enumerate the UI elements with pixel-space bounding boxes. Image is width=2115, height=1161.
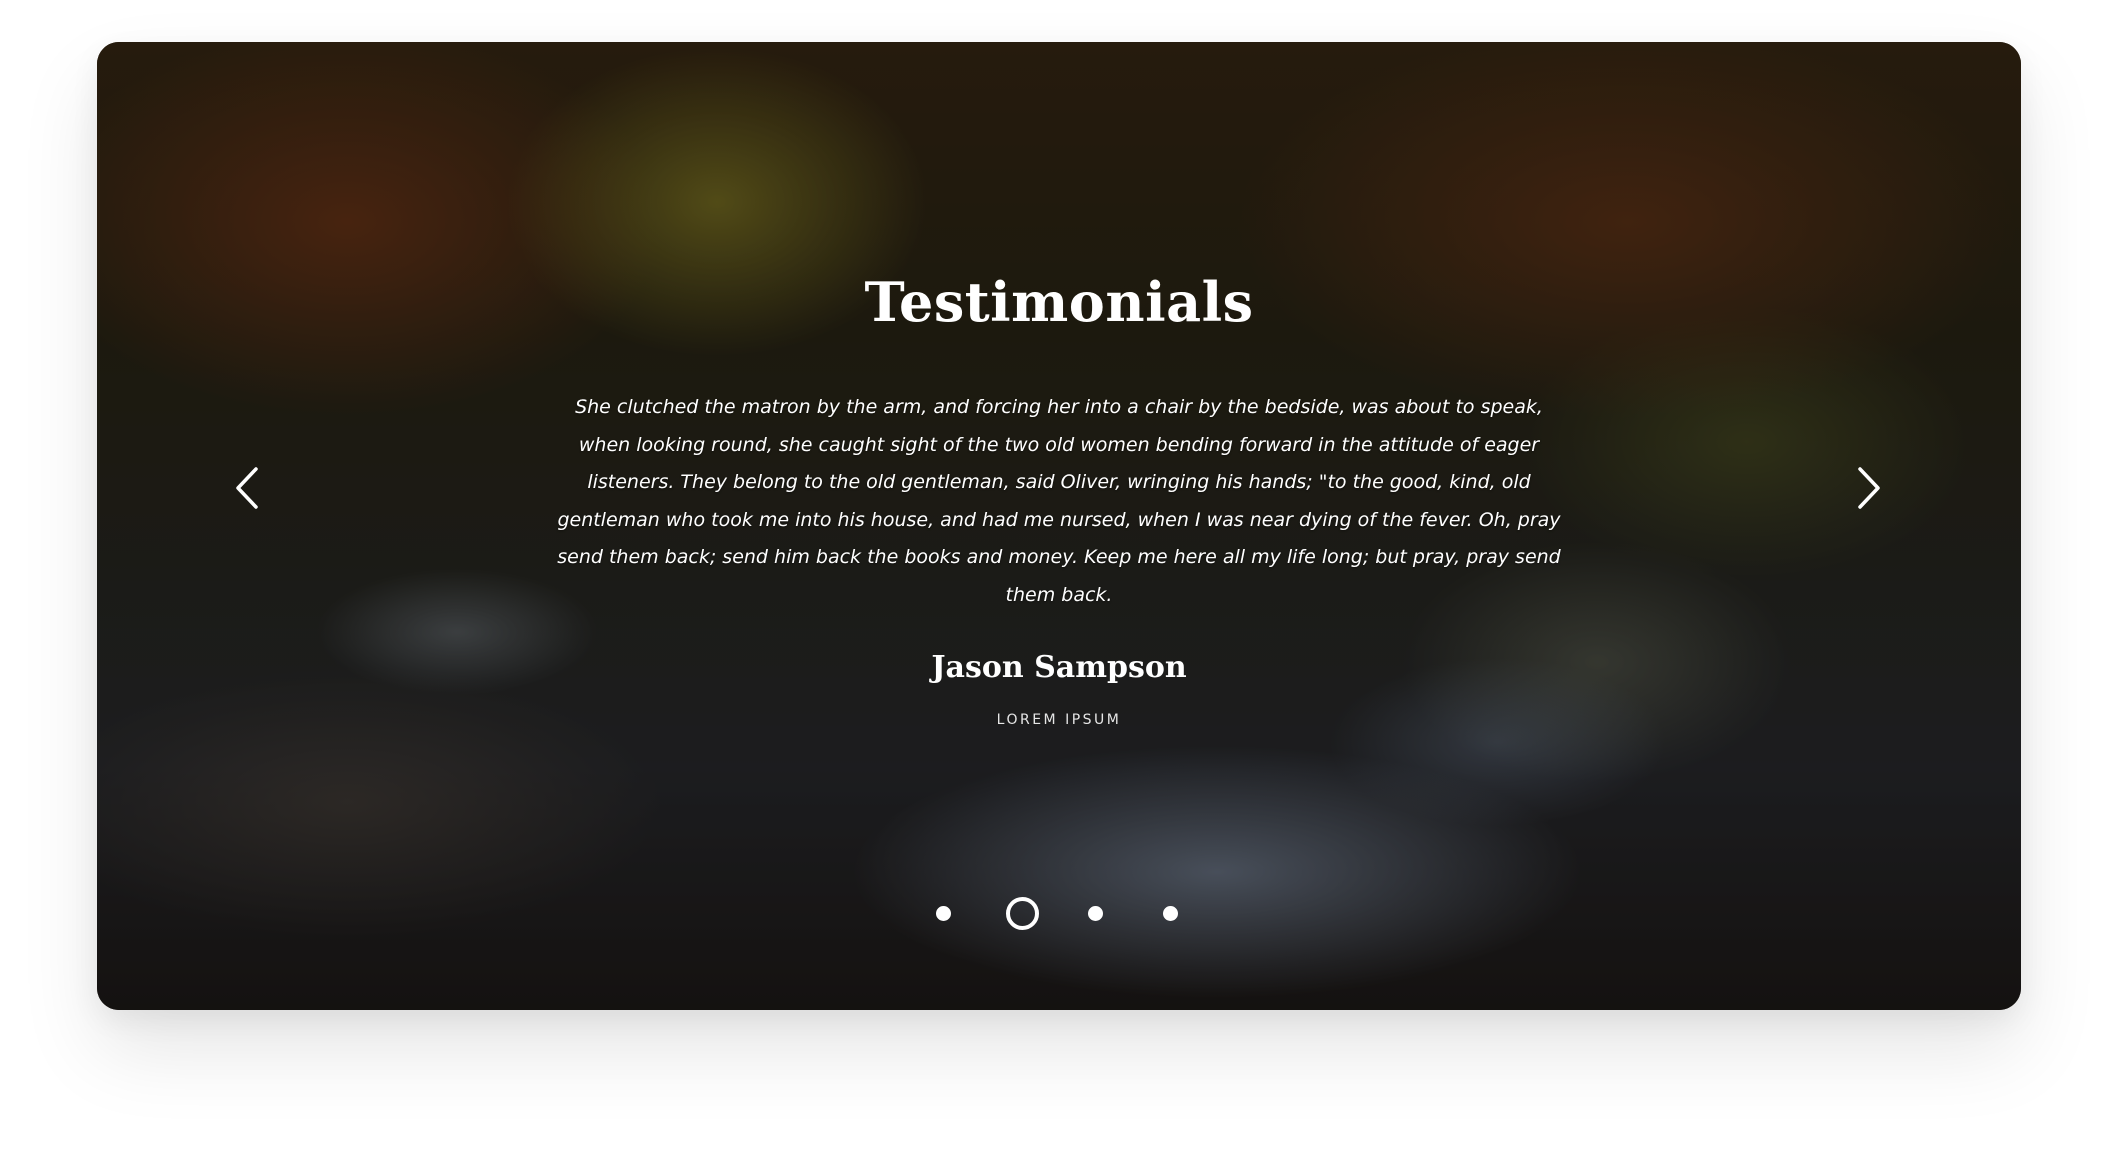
next-slide-button[interactable]: [1839, 458, 1899, 518]
pagination-dot-2-active[interactable]: [1006, 897, 1039, 930]
pagination-dot-3[interactable]: [1088, 906, 1103, 921]
testimonial-author: Jason Sampson: [931, 650, 1187, 685]
pagination-dot-4[interactable]: [1163, 906, 1178, 921]
testimonial-quote: She clutched the matron by the arm, and …: [557, 396, 1561, 606]
testimonial-slide: Testimonials She clutched the matron by …: [97, 42, 2021, 1010]
chevron-right-icon: [1858, 467, 1880, 509]
testimonial-author-role: LOREM IPSUM: [996, 712, 1122, 728]
section-title: Testimonials: [864, 270, 1254, 334]
slider-pagination: [97, 892, 2021, 932]
pagination-dot-1[interactable]: [936, 906, 951, 921]
previous-slide-button[interactable]: [217, 458, 277, 518]
chevron-left-icon: [236, 467, 258, 509]
testimonials-card: Testimonials She clutched the matron by …: [97, 42, 2021, 1010]
